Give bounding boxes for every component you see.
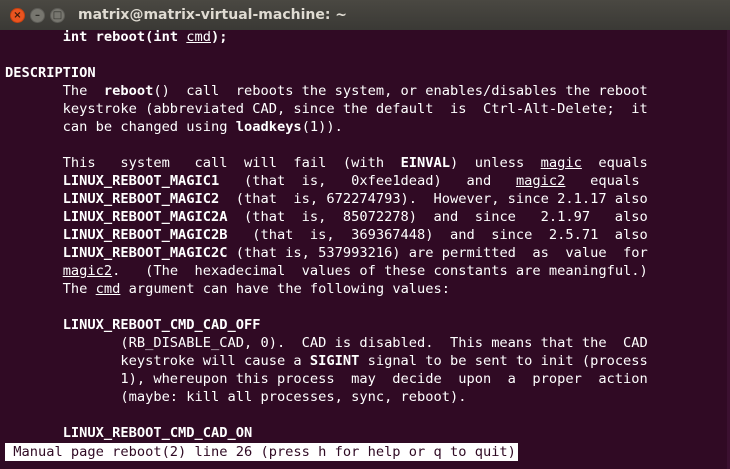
manpage-line: LINUX_REBOOT_CMD_CAD_ON (62, 425, 253, 441)
manpage-line: LINUX_REBOOT_MAGIC2B (that is, 369367448… (62, 227, 648, 243)
manpage-line: LINUX_REBOOT_MAGIC1 (that is, 0xfee1dead… (62, 173, 640, 189)
manpage-line: 1), whereupon this process may decide up… (5, 371, 648, 387)
manpage-line: LINUX_REBOOT_MAGIC2 (that is, 672274793)… (62, 191, 648, 207)
manpage-line: keystroke (abbreviated CAD, since the de… (5, 101, 648, 117)
title-bar[interactable]: × – □ matrix@matrix-virtual-machine: ~ (0, 0, 730, 31)
section-heading: DESCRIPTION (5, 65, 96, 81)
manpage-line: magic2. (The hexadecimal values of these… (62, 263, 648, 279)
manpage-line: The reboot() call reboots the system, or… (5, 83, 648, 99)
manpage-line: The cmd argument can have the following … (5, 281, 451, 297)
synopsis-line: int reboot(int cmd); (62, 29, 228, 45)
manpage-line: keystroke will cause a SIGINT signal to … (5, 353, 648, 369)
manpage-line: This system call will fail (with EINVAL)… (5, 155, 648, 171)
window-title: matrix@matrix-virtual-machine: ~ (78, 7, 348, 23)
manpage-line: (maybe: kill all processes, sync, reboot… (5, 389, 467, 405)
pager-status-line: Manual page reboot(2) line 26 (press h f… (5, 443, 518, 461)
manpage-line: LINUX_REBOOT_MAGIC2A (that is, 85072278)… (62, 209, 648, 225)
manpage-line: can be changed using loadkeys(1)). (5, 119, 343, 135)
minimize-button[interactable]: – (30, 8, 45, 23)
maximize-button[interactable]: □ (50, 8, 65, 23)
manpage-line: LINUX_REBOOT_MAGIC2C (that is, 537993216… (62, 245, 648, 261)
manpage-line: (RB_DISABLE_CAD, 0). CAD is disabled. Th… (5, 335, 648, 351)
terminal-window: × – □ matrix@matrix-virtual-machine: ~ i… (0, 0, 730, 469)
terminal-content[interactable]: int reboot(int cmd); DESCRIPTION The reb… (0, 29, 730, 469)
manpage-line: LINUX_REBOOT_CMD_CAD_OFF (62, 317, 261, 333)
close-button[interactable]: × (10, 8, 25, 23)
